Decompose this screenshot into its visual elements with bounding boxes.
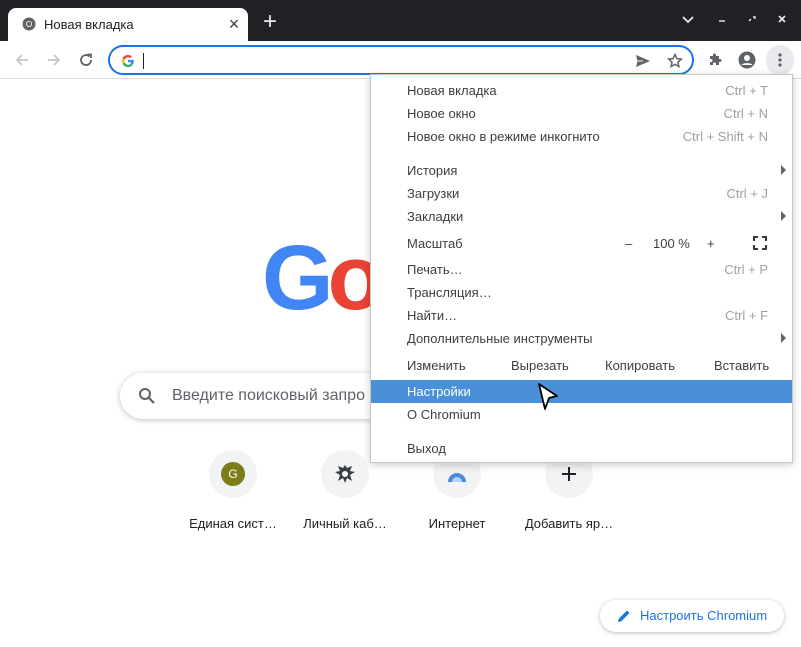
menu-item-edit: Изменить Вырезать Копировать Вставить xyxy=(407,358,770,373)
search-icon xyxy=(139,388,155,404)
address-bar[interactable] xyxy=(108,45,694,75)
shortcut-hint: Ctrl + Shift + N xyxy=(682,129,768,144)
coat-of-arms-icon xyxy=(335,465,355,483)
internet-icon xyxy=(448,473,466,482)
shortcut-title: Личный каб… xyxy=(303,516,387,531)
shortcut-tile[interactable]: Личный каб… xyxy=(289,450,401,540)
forward-arrow-icon xyxy=(48,54,61,66)
new-tab-button[interactable]: + xyxy=(258,10,282,34)
menu-item-new-tab[interactable]: Новая вкладка Ctrl + T xyxy=(371,79,792,102)
menu-item-print[interactable]: Печать… Ctrl + P xyxy=(371,258,792,281)
back-arrow-icon xyxy=(15,54,28,66)
chromium-icon xyxy=(22,17,36,31)
shortcut-tile[interactable]: G Единая сист… xyxy=(177,450,289,540)
google-logo: Go xyxy=(262,227,384,329)
shortcut-title: Единая сист… xyxy=(189,516,277,531)
tab-new-tab[interactable]: Новая вкладка × xyxy=(8,8,248,41)
tab-search-icon[interactable] xyxy=(678,10,698,30)
menu-item-history[interactable]: История xyxy=(371,159,792,182)
extensions-button[interactable] xyxy=(703,48,727,72)
avatar-icon xyxy=(738,51,756,69)
menu-item-exit[interactable]: Выход xyxy=(371,437,792,460)
menu-item-find[interactable]: Найти… Ctrl + F xyxy=(371,304,792,327)
menu-item-incognito[interactable]: Новое окно в режиме инкогнито Ctrl + Shi… xyxy=(371,125,792,148)
customize-chromium-button[interactable]: Настроить Chromium xyxy=(600,600,784,632)
plus-icon xyxy=(562,467,576,481)
menu-item-downloads[interactable]: Загрузки Ctrl + J xyxy=(371,182,792,205)
text-caret xyxy=(143,53,144,69)
back-button[interactable] xyxy=(10,48,34,72)
kebab-menu-icon[interactable] xyxy=(768,48,792,72)
submenu-arrow-icon xyxy=(781,333,786,343)
shortcut-title: Интернет xyxy=(428,516,486,531)
shortcut-hint: Ctrl + F xyxy=(725,308,768,323)
menu-item-new-window[interactable]: Новое окно Ctrl + N xyxy=(371,102,792,125)
zoom-level: 100 % xyxy=(653,236,690,251)
shortcut-tile[interactable]: Интернет xyxy=(401,450,513,540)
menu-item-zoom: Масштаб – 100 % + xyxy=(371,232,792,255)
customize-label: Настроить Chromium xyxy=(640,608,768,623)
mouse-pointer-icon xyxy=(538,383,558,410)
shortcut-icon-circle xyxy=(321,450,369,498)
menu-item-about[interactable]: О Chromium xyxy=(371,403,792,426)
forward-button[interactable] xyxy=(42,48,66,72)
letter-g-icon: G xyxy=(221,462,245,486)
zoom-out-button[interactable]: – xyxy=(625,236,632,251)
menu-item-more-tools[interactable]: Дополнительные инструменты xyxy=(371,327,792,350)
shortcut-hint: Ctrl + J xyxy=(726,186,768,201)
shortcut-icon-circle: G xyxy=(209,450,257,498)
minimize-icon[interactable] xyxy=(712,10,732,30)
send-to-device-icon[interactable] xyxy=(634,52,652,70)
tab-title: Новая вкладка xyxy=(44,17,134,32)
maximize-icon[interactable] xyxy=(742,10,762,30)
profile-button[interactable] xyxy=(735,48,759,72)
shortcut-title: Добавить яр… xyxy=(524,516,614,531)
submenu-arrow-icon xyxy=(781,165,786,175)
paste-button[interactable]: Вставить xyxy=(714,358,769,373)
copy-button[interactable]: Копировать xyxy=(605,358,675,373)
cut-button[interactable]: Вырезать xyxy=(511,358,569,373)
search-placeholder: Введите поисковый запро xyxy=(172,387,365,404)
menu-item-settings[interactable]: Настройки xyxy=(371,380,792,403)
reload-button[interactable] xyxy=(74,48,98,72)
add-shortcut-tile[interactable]: Добавить яр… xyxy=(513,450,625,540)
tab-strip: Новая вкладка × + xyxy=(0,0,801,41)
close-tab-icon[interactable]: × xyxy=(224,14,244,34)
reload-icon xyxy=(80,53,92,66)
puzzle-icon xyxy=(710,53,722,65)
fullscreen-icon[interactable] xyxy=(753,236,767,250)
pencil-icon xyxy=(618,610,630,622)
app-menu: Новая вкладка Ctrl + T Новое окно Ctrl +… xyxy=(370,74,793,463)
submenu-arrow-icon xyxy=(781,211,786,221)
shortcut-hint: Ctrl + N xyxy=(723,106,768,121)
menu-item-bookmarks[interactable]: Закладки xyxy=(371,205,792,228)
close-window-icon[interactable] xyxy=(772,10,792,30)
menu-item-cast[interactable]: Трансляция… xyxy=(371,281,792,304)
shortcut-hint: Ctrl + P xyxy=(724,262,768,277)
bookmark-star-icon[interactable] xyxy=(666,52,684,70)
zoom-in-button[interactable]: + xyxy=(707,236,715,251)
shortcut-hint: Ctrl + T xyxy=(725,83,768,98)
google-g-icon xyxy=(122,55,134,67)
